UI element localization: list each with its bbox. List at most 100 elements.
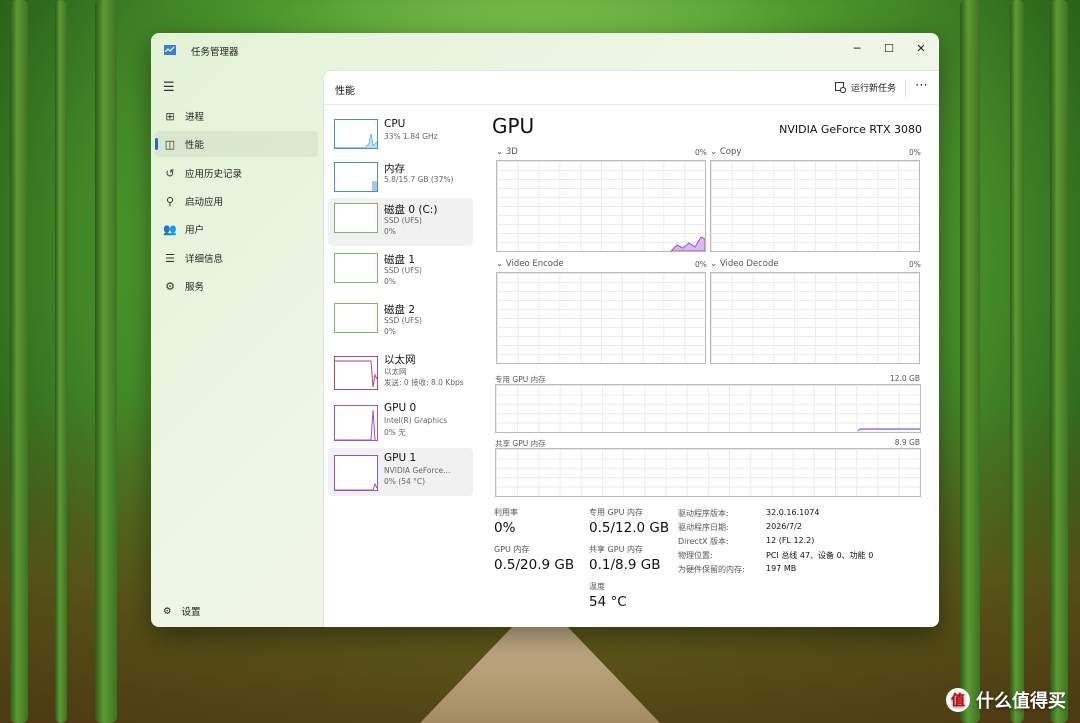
users-icon: 👥 — [163, 222, 177, 236]
run-new-task-button[interactable]: 运行新任务 — [834, 81, 896, 94]
sidebar-item-label: 性能 — [185, 140, 205, 151]
device-sub2: 发送: 0 接收: 8.0 Kbps — [384, 378, 464, 387]
device-sub: SSD (UFS) — [384, 316, 422, 325]
engine-label: Copy — [719, 147, 742, 157]
sidebar-item-services[interactable]: ⚙ 服务 — [155, 273, 318, 299]
device-sub: 以太网 — [384, 367, 407, 376]
maximize-button[interactable]: ☐ — [877, 38, 901, 58]
device-disk-0[interactable]: 磁盘 0 (C:) SSD (UFS) 0% — [328, 198, 473, 246]
sidebar-item-label: 应用历史记录 — [185, 169, 243, 180]
device-sub2: 0% — [384, 227, 396, 236]
header-divider — [905, 79, 906, 97]
watermark-text: 什么值得买 — [976, 691, 1066, 712]
device-sub: NVIDIA GeForce... — [384, 466, 451, 475]
engine-copy-selector[interactable]: ⌄ Copy — [710, 147, 741, 157]
sidebar-item-users[interactable]: 👥 用户 — [155, 216, 318, 242]
memory-thumbnail — [334, 162, 378, 192]
utilization-label: 利用率 — [494, 508, 518, 517]
engine-label: Video Encode — [505, 259, 564, 269]
disk-1-thumbnail — [334, 253, 378, 283]
sidebar-item-label: 启动应用 — [185, 197, 224, 208]
title-bar[interactable]: 任务管理器 ─ ☐ ✕ — [151, 33, 939, 67]
device-name: 以太网 — [384, 354, 416, 366]
directx-version-value: 12 (FL 12.2) — [766, 536, 815, 545]
sidebar-item-label: 用户 — [185, 225, 205, 236]
sidebar-item-label: 服务 — [185, 282, 205, 293]
gpu-model: NVIDIA GeForce RTX 3080 — [779, 123, 922, 136]
device-sub: 33% 1.84 GHz — [384, 132, 438, 141]
engine-video-decode-graph — [710, 272, 920, 364]
engine-pct: 0% — [909, 260, 921, 269]
close-button[interactable]: ✕ — [909, 38, 933, 58]
physical-location-label: 物理位置: — [678, 551, 713, 560]
reserved-memory-value: 197 MB — [766, 564, 797, 573]
sidebar-item-processes[interactable]: ⊞ 进程 — [155, 103, 318, 129]
performance-panel: 性能 运行新任务 ⋯ CPU 33% 1.84 GHz 内存 5.8/15.7 … — [323, 70, 939, 627]
engine-3d-graph — [496, 160, 706, 252]
sidebar-item-label: 进程 — [185, 112, 205, 123]
engine-video-decode-selector[interactable]: ⌄ Video Decode — [710, 259, 779, 269]
engine-pct: 0% — [695, 260, 707, 269]
device-sub: SSD (UFS) — [384, 266, 422, 275]
sidebar-item-app-history[interactable]: ↺ 应用历史记录 — [155, 160, 318, 186]
cpu-thumbnail — [334, 119, 378, 149]
device-sub2: 0% — [384, 277, 396, 286]
device-name: CPU — [384, 118, 406, 130]
engine-pct: 0% — [909, 148, 921, 157]
sidebar-item-startup-apps[interactable]: ⚲ 启动应用 — [155, 188, 318, 214]
engine-video-encode-selector[interactable]: ⌄ Video Encode — [496, 259, 564, 269]
device-sub2: 0% — [384, 327, 396, 336]
engine-pct: 0% — [695, 148, 707, 157]
device-gpu-1[interactable]: GPU 1 NVIDIA GeForce... 0% (54 °C) — [328, 448, 473, 496]
page-title: 性能 — [335, 86, 355, 97]
task-manager-app-icon — [164, 45, 176, 55]
watermark-logo-icon: 值 — [946, 688, 970, 712]
shared-memory-graph — [495, 448, 921, 497]
engine-3d-selector[interactable]: ⌄ 3D — [496, 147, 518, 157]
device-sub2: 0% (54 °C) — [384, 477, 426, 486]
dedicated-memory-graph — [495, 384, 921, 433]
ethernet-thumbnail — [334, 356, 378, 390]
more-options-icon[interactable]: ⋯ — [915, 78, 928, 93]
utilization-value: 0% — [494, 520, 516, 536]
engine-copy-graph — [710, 160, 920, 252]
device-name: GPU 0 — [384, 402, 417, 414]
minimize-button[interactable]: ─ — [845, 38, 869, 58]
gpu-memory-value: 0.5/20.9 GB — [494, 557, 575, 573]
physical-location-value: PCI 总线 47、设备 0、功能 0 — [766, 551, 874, 560]
device-ethernet[interactable]: 以太网 以太网 发送: 0 接收: 8.0 Kbps — [328, 348, 473, 396]
shared-memory-max: 8.9 GB — [894, 438, 920, 447]
device-sub: Intel(R) Graphics — [384, 416, 448, 425]
panel-header: 性能 运行新任务 ⋯ — [324, 71, 939, 105]
temperature-label: 温度 — [589, 582, 605, 591]
dedicated-memory-max: 12.0 GB — [889, 374, 920, 383]
performance-icon: ◫ — [164, 137, 176, 151]
sidebar-item-performance[interactable]: ◫ 性能 — [155, 131, 318, 157]
shared-memory-stat-value: 0.1/8.9 GB — [589, 557, 661, 573]
device-gpu-0[interactable]: GPU 0 Intel(R) Graphics 0% 无 — [328, 398, 473, 446]
device-cpu[interactable]: CPU 33% 1.84 GHz — [328, 114, 473, 162]
sidebar-item-details[interactable]: ☰ 详细信息 — [155, 245, 318, 271]
device-sub: SSD (UFS) — [384, 216, 422, 225]
driver-version-label: 驱动程序版本: — [678, 509, 729, 518]
settings-gear-icon: ⚙ — [163, 605, 172, 617]
gpu-memory-label: GPU 内存 — [494, 545, 530, 554]
startup-apps-icon: ⚲ — [165, 194, 175, 208]
hamburger-menu-icon[interactable]: ☰ — [163, 80, 175, 95]
app-history-icon: ↺ — [165, 166, 175, 180]
active-indicator — [155, 138, 158, 150]
dedicated-memory-stat-value: 0.5/12.0 GB — [589, 520, 670, 536]
engine-label: 3D — [505, 147, 518, 157]
device-disk-1[interactable]: 磁盘 1 SSD (UFS) 0% — [328, 248, 473, 296]
engine-label: Video Decode — [719, 259, 779, 269]
device-sub2: 0% 无 — [384, 428, 406, 437]
gpu-0-thumbnail — [334, 405, 378, 441]
driver-date-value: 2026/7/2 — [766, 522, 802, 531]
disk-2-thumbnail — [334, 303, 378, 333]
device-name: 磁盘 1 — [384, 254, 416, 266]
disk-0-thumbnail — [334, 203, 378, 233]
device-disk-2[interactable]: 磁盘 2 SSD (UFS) 0% — [328, 298, 473, 346]
sidebar-item-label: 设置 — [181, 607, 201, 618]
sidebar-item-settings[interactable]: ⚙ 设置 — [163, 604, 201, 619]
gpu-1-thumbnail — [334, 455, 378, 491]
